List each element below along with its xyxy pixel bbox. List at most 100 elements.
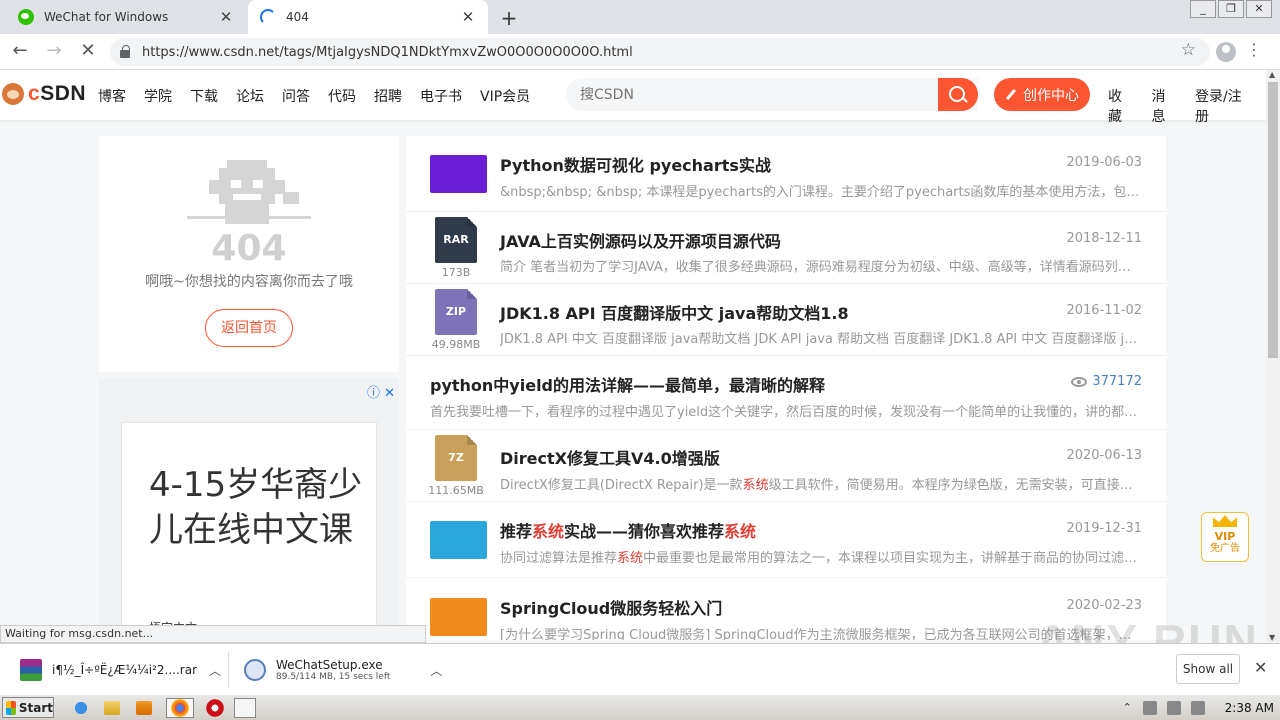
nav-ebook[interactable]: 电子书 (420, 86, 462, 106)
list-item[interactable]: RAR 173B JAVA上百实例源码以及开源项目源代码 2018-12-11 … (406, 212, 1166, 284)
item-title[interactable]: python中yield的用法详解——最简单，最清晰的解释 (430, 372, 825, 396)
nav-qa[interactable]: 问答 (282, 86, 310, 106)
list-item[interactable]: 7Z 111.65MB DirectX修复工具V4.0增强版 2020-06-1… (406, 430, 1166, 502)
item-desc: 首先我要吐槽一下，看程序的过程中遇见了yield这个关键字，然后百度的时候，发现… (430, 405, 1142, 420)
new-tab-button[interactable]: + (498, 6, 520, 30)
tab-wechat[interactable]: WeChat for Windows ✕ (6, 0, 246, 34)
chevron-up-icon[interactable]: ︿ (430, 662, 442, 679)
back-home-button[interactable]: 返回首页 (205, 309, 293, 347)
scroll-up-icon[interactable]: ▲ (1269, 70, 1275, 79)
item-date: 2020-06-13 (1066, 448, 1142, 463)
nav-forum[interactable]: 论坛 (236, 86, 264, 106)
restore-button[interactable]: ❐ (1218, 0, 1244, 18)
rar-file-icon: RAR (435, 217, 477, 263)
item-title[interactable]: JDK1.8 API 百度翻译版中文 java帮助文档1.8 (500, 300, 849, 324)
start-button[interactable]: Start (2, 697, 54, 718)
close-window-button[interactable]: ✕ (1246, 0, 1272, 18)
search-button[interactable] (938, 78, 978, 111)
csdn-header: cSDN 博客 学院 下载 论坛 问答 代码 招聘 电子书 VIP会员 创作中心… (0, 70, 1266, 125)
windows-logo-icon (6, 700, 16, 715)
profile-avatar-icon[interactable] (1216, 42, 1236, 62)
item-desc: &nbsp;&nbsp; &nbsp; 本课程是pyecharts的入门课程。主… (500, 185, 1142, 200)
ie-icon[interactable] (70, 698, 92, 718)
start-label: Start (18, 700, 53, 715)
scroll-down-icon[interactable]: ▼ (1269, 633, 1275, 642)
item-title[interactable]: Python数据可视化 pyecharts实战 (500, 152, 771, 176)
item-desc: 简介 笔者当初为了学习JAVA，收集了很多经典源码，源码难易程度分为初级、中级、… (500, 260, 1142, 275)
vip-label: VIP (1214, 530, 1236, 543)
media-player-icon[interactable] (136, 701, 152, 715)
page-scrollbar[interactable]: ▲ ▼ (1266, 70, 1280, 642)
no-ads-label: 免广告 (1210, 543, 1240, 554)
favorites-link[interactable]: 收藏 (1108, 86, 1132, 126)
crown-icon (1213, 515, 1237, 527)
logo-text: cSDN (28, 82, 87, 105)
taskbar-clock: 2:38 AM (1224, 701, 1274, 715)
nav-jobs[interactable]: 招聘 (374, 86, 402, 106)
item-date: 2018-12-11 (1066, 231, 1142, 246)
minimize-button[interactable]: _ (1190, 0, 1216, 18)
tab-close-icon[interactable]: ✕ (460, 8, 476, 26)
tray-expand-icon[interactable]: ⌃ (1123, 701, 1133, 715)
item-desc: JDK1.8 API 中文 百度翻译版 java帮助文档 JDK API jav… (500, 332, 1142, 347)
download-item-rar[interactable]: i¶½_Î÷ºË¿Æ¼¼i²2....rar ︿ (20, 650, 221, 690)
chrome-icon[interactable] (166, 698, 194, 718)
search-input[interactable] (566, 78, 926, 111)
item-title[interactable]: JAVA上百实例源码以及开源项目源代码 (500, 228, 781, 252)
list-item[interactable]: ZIP 49.98MB JDK1.8 API 百度翻译版中文 java帮助文档1… (406, 284, 1166, 356)
list-item[interactable]: Python数据可视化 pyecharts实战 2019-06-03 &nbsp… (406, 136, 1166, 212)
show-all-button[interactable]: Show all (1176, 654, 1240, 684)
login-register-link[interactable]: 登录/注册 (1195, 86, 1246, 126)
network-icon[interactable] (1166, 701, 1181, 715)
ad-info-close-icon[interactable]: ⓘ ✕ (367, 382, 395, 401)
nav-vip[interactable]: VIP会员 (480, 86, 530, 106)
menu-kebab-icon[interactable]: ⋮ (1246, 40, 1262, 59)
csdn-logo[interactable]: cSDN (2, 82, 86, 106)
item-title[interactable]: 推荐系统实战——猜你喜欢推荐系统 (500, 518, 756, 542)
create-center-button[interactable]: 创作中心 (994, 78, 1090, 111)
results-list: Python数据可视化 pyecharts实战 2019-06-03 &nbsp… (406, 136, 1166, 640)
view-count: 377172 (1071, 374, 1142, 389)
csdn-mascot-icon (2, 83, 24, 105)
item-title[interactable]: DirectX修复工具V4.0增强版 (500, 445, 720, 469)
nav-academy[interactable]: 学院 (144, 86, 172, 106)
course-thumbnail (430, 521, 487, 559)
list-item[interactable]: python中yield的用法详解——最简单，最清晰的解释 377172 首先我… (406, 356, 1166, 430)
not-found-message: 啊哦~你想找的内容离你而去了哦 (145, 274, 353, 290)
download-name: i¶½_Î÷ºË¿Æ¼¼i²2....rar (52, 663, 198, 677)
tab-strip: WeChat for Windows ✕ 404 ✕ + _ ❐ ✕ (0, 0, 1280, 34)
item-desc: DirectX修复工具(DirectX Repair)是一款系统级工具软件，简便… (500, 478, 1142, 493)
tab-close-icon[interactable]: ✕ (218, 8, 234, 26)
winrar-taskbar-icon[interactable] (234, 698, 256, 718)
vip-no-ads-float[interactable]: VIP 免广告 (1201, 512, 1249, 562)
list-item[interactable]: 推荐系统实战——猜你喜欢推荐系统 2019-12-31 协同过滤算法是推荐系统中… (406, 502, 1166, 578)
explorer-folder-icon[interactable] (104, 701, 120, 715)
chevron-up-icon[interactable]: ︿ (209, 662, 221, 679)
tab-title: 404 (286, 10, 309, 24)
action-center-flag-icon[interactable] (1190, 701, 1205, 715)
nav-blog[interactable]: 博客 (98, 86, 126, 106)
nav-code[interactable]: 代码 (328, 86, 356, 106)
opera-icon[interactable] (204, 698, 226, 718)
bookmark-star-icon[interactable]: ☆ (1181, 40, 1196, 60)
ad-headline: 4-15岁华裔少儿在线中文课 (149, 465, 363, 550)
address-bar[interactable]: https://www.csdn.net/tags/MtjaIgysNDQ1ND… (110, 38, 1210, 66)
browser-toolbar: ← → ✕ https://www.csdn.net/tags/MtjaIgys… (0, 34, 1280, 70)
tab-404[interactable]: 404 ✕ (248, 0, 488, 34)
close-shelf-icon[interactable]: ✕ (1254, 658, 1267, 677)
back-icon[interactable]: ← (8, 40, 32, 64)
scroll-thumb[interactable] (1268, 82, 1278, 358)
stop-loading-icon[interactable]: ✕ (76, 40, 100, 64)
volume-icon[interactable] (1142, 701, 1157, 715)
item-date: 2019-12-31 (1066, 521, 1142, 536)
download-progress-text: 89.5/114 MB, 15 secs left (276, 672, 391, 682)
item-title[interactable]: SpringCloud微服务轻松入门 (500, 595, 722, 619)
nav-download[interactable]: 下载 (190, 86, 218, 106)
ad-banner[interactable]: 4-15岁华裔少儿在线中文课 悟空中文 (121, 422, 377, 638)
tab-title: WeChat for Windows (44, 10, 169, 24)
forward-icon[interactable]: → (42, 40, 66, 64)
download-item-exe[interactable]: WeChatSetup.exe 89.5/114 MB, 15 secs lef… (244, 650, 442, 690)
messages-link[interactable]: 消息 (1152, 86, 1176, 126)
header-right-links: 收藏 消息 登录/注册 (1108, 86, 1266, 126)
file-size: 49.98MB (431, 338, 481, 351)
